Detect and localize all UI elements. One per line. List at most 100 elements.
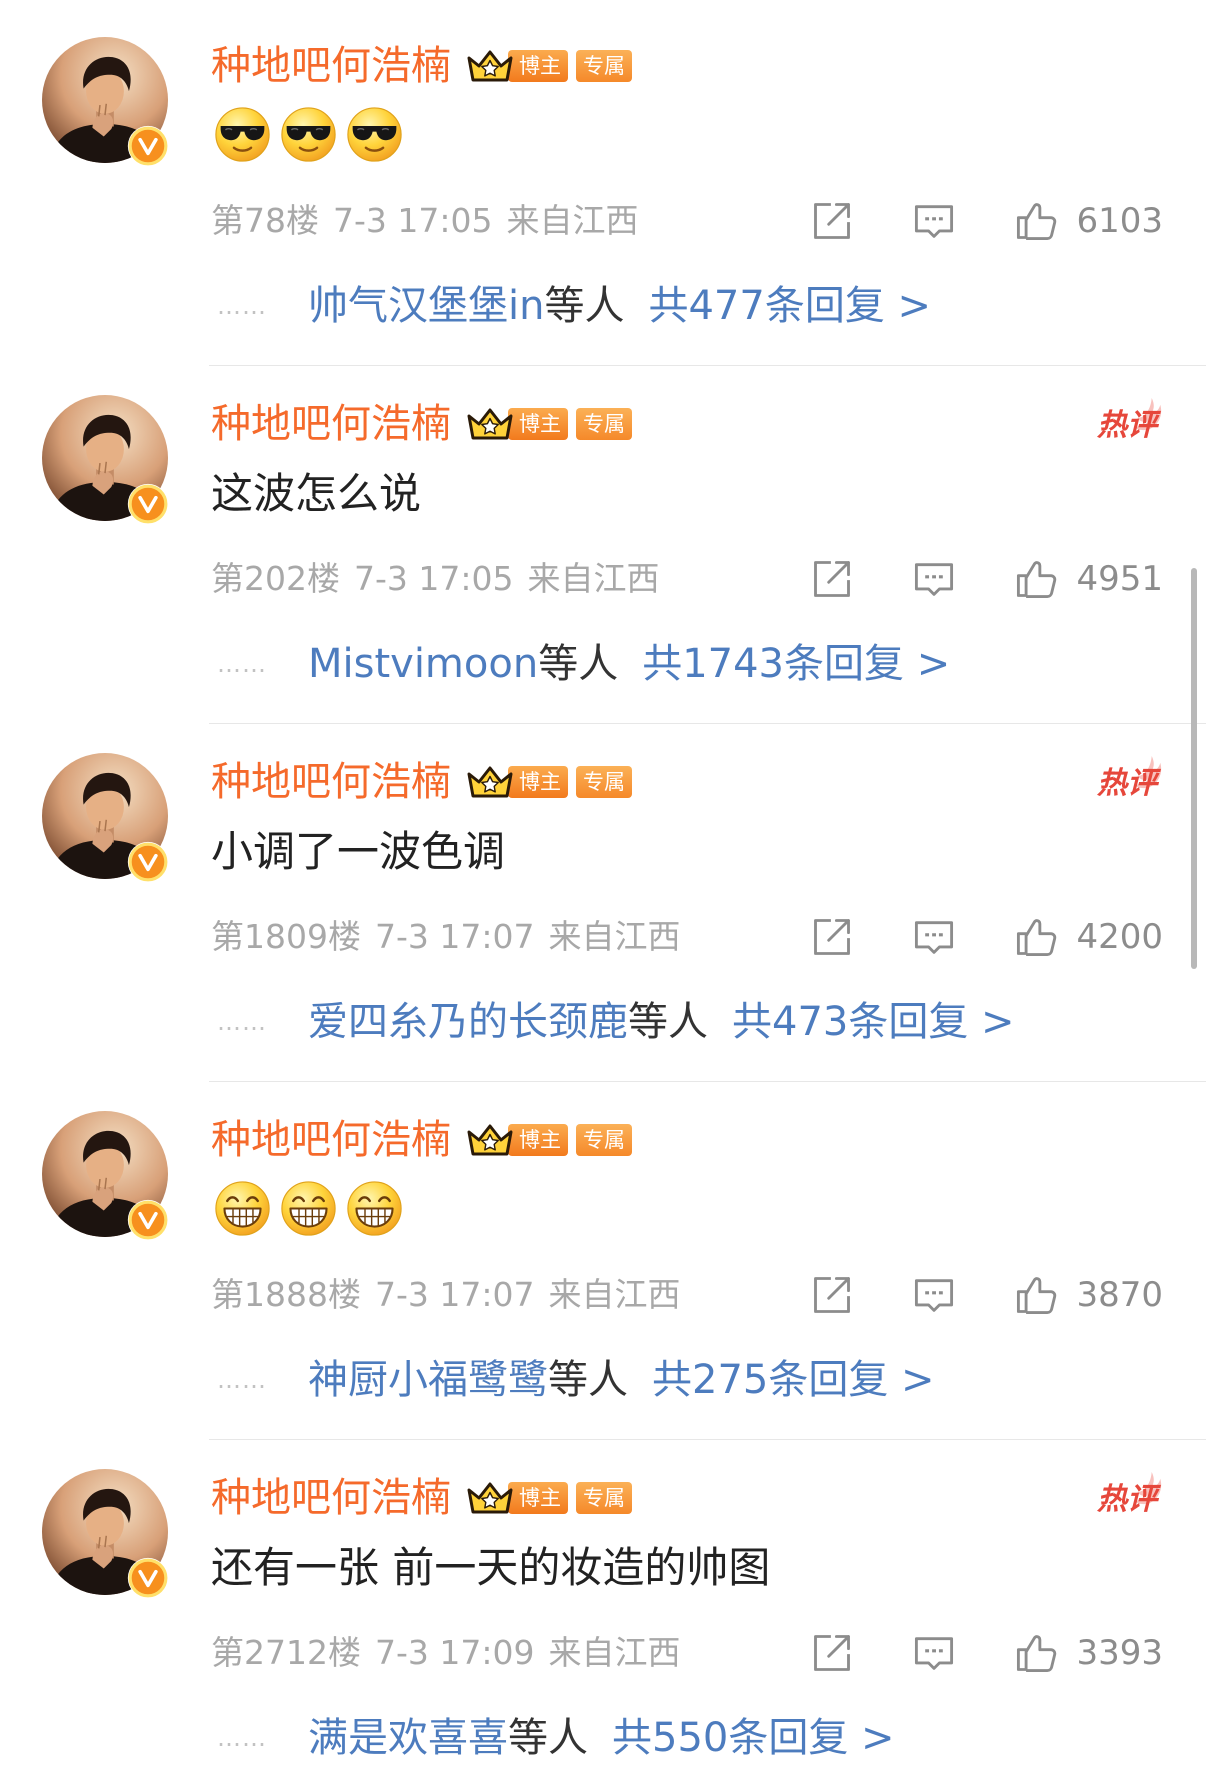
- replies-link[interactable]: …… 帅气汉堡堡in 等人 共477条回复 >: [217, 282, 931, 330]
- reply-suffix: 等人: [508, 1715, 588, 1761]
- blogger-badge[interactable]: 博主: [508, 408, 568, 440]
- like-icon: [1014, 199, 1058, 243]
- comment-divider: [209, 1439, 1206, 1440]
- grin-emoji: [346, 1180, 403, 1237]
- exclusive-badge[interactable]: 专属: [576, 50, 632, 82]
- user-name-row: 种地吧何浩楠 博主 专属: [211, 401, 632, 447]
- replies-link[interactable]: …… 神厨小福鹭鹭 等人 共275条回复 >: [217, 1356, 935, 1404]
- comment-icon[interactable]: [912, 1273, 956, 1317]
- like-button[interactable]: 4200: [1014, 915, 1163, 959]
- like-button[interactable]: 3393: [1014, 1631, 1163, 1675]
- comment-actions: 6103: [810, 197, 1163, 245]
- exclusive-badge[interactable]: 专属: [576, 766, 632, 798]
- user-name[interactable]: 种地吧何浩楠: [211, 759, 451, 805]
- reply-user-names[interactable]: 神厨小福鹭鹭: [308, 1356, 548, 1404]
- cool-emoji: [214, 106, 271, 163]
- cool-emoji: [346, 106, 403, 163]
- reply-ellipsis: ……: [217, 292, 267, 320]
- user-name-row: 种地吧何浩楠 博主 专属: [211, 1475, 632, 1521]
- comment-meta: 第202楼 7-3 17:05 来自江西: [211, 559, 674, 599]
- floor-number: 第202楼: [211, 559, 340, 598]
- reply-total-link[interactable]: 共550条回复 >: [612, 1714, 895, 1762]
- hot-comment-label: 热评: [1097, 1482, 1157, 1517]
- grin-emoji: [214, 1180, 271, 1237]
- hot-comment-badge: 热评: [1083, 403, 1163, 447]
- share-icon[interactable]: [810, 915, 854, 959]
- user-name[interactable]: 种地吧何浩楠: [211, 1117, 451, 1163]
- ip-location: 来自江西: [527, 559, 660, 598]
- blogger-badge[interactable]: 博主: [508, 50, 568, 82]
- reply-total-link[interactable]: 共275条回复 >: [652, 1356, 935, 1404]
- share-icon[interactable]: [810, 199, 854, 243]
- verified-v-icon: [127, 1557, 169, 1599]
- floor-number: 第78楼: [211, 201, 319, 240]
- blogger-badge[interactable]: 博主: [508, 1124, 568, 1156]
- reply-user-names[interactable]: 满是欢喜喜: [308, 1714, 508, 1762]
- post-time: 7-3 17:09: [374, 1633, 535, 1672]
- comment-icon[interactable]: [912, 1631, 956, 1675]
- comment-icon[interactable]: [912, 199, 956, 243]
- like-button[interactable]: 4951: [1014, 557, 1163, 601]
- hot-comment-label: 热评: [1097, 766, 1157, 801]
- hot-comment-badge: 热评: [1083, 1477, 1163, 1521]
- comment-emoji-row: [214, 1180, 403, 1237]
- like-button[interactable]: 3870: [1014, 1273, 1163, 1317]
- comment-actions: 3870: [810, 1271, 1163, 1319]
- comment-icon[interactable]: [912, 915, 956, 959]
- verified-v-icon: [127, 1199, 169, 1241]
- comment-icon[interactable]: [912, 557, 956, 601]
- share-icon[interactable]: [810, 1273, 854, 1317]
- user-name-row: 种地吧何浩楠 博主 专属: [211, 1117, 632, 1163]
- like-icon: [1014, 557, 1058, 601]
- post-time: 7-3 17:05: [333, 201, 493, 240]
- comment-item: 种地吧何浩楠 博主 专属 第1888楼 7-3 17:07 来自江西 3870 …: [0, 1081, 1206, 1439]
- like-button[interactable]: 6103: [1014, 199, 1163, 243]
- user-name-row: 种地吧何浩楠 博主 专属: [211, 759, 632, 805]
- exclusive-badge[interactable]: 专属: [576, 1124, 632, 1156]
- user-name[interactable]: 种地吧何浩楠: [211, 43, 451, 89]
- exclusive-badge[interactable]: 专属: [576, 1482, 632, 1514]
- share-icon[interactable]: [810, 1631, 854, 1675]
- post-time: 7-3 17:07: [374, 917, 535, 956]
- reply-user-names[interactable]: Mistvimoon: [308, 640, 538, 688]
- ip-location: 来自江西: [506, 201, 639, 240]
- reply-ellipsis: ……: [217, 650, 267, 678]
- reply-user-names[interactable]: 爱四糸乃的长颈鹿: [308, 998, 628, 1046]
- blogger-badge[interactable]: 博主: [508, 1482, 568, 1514]
- reply-total-link[interactable]: 共1743条回复 >: [642, 640, 950, 688]
- blogger-badge[interactable]: 博主: [508, 766, 568, 798]
- reply-ellipsis: ……: [217, 1008, 267, 1036]
- comment-meta: 第2712楼 7-3 17:09 来自江西: [211, 1633, 694, 1673]
- comment-text: 小调了一波色调: [211, 827, 506, 876]
- hot-comment-badge: 热评: [1083, 761, 1163, 805]
- comment-actions: 4951: [810, 555, 1163, 603]
- comment-text: 这波怎么说: [211, 469, 422, 518]
- crown-icon: [465, 764, 515, 800]
- comment-divider: [209, 365, 1206, 366]
- exclusive-badge[interactable]: 专属: [576, 408, 632, 440]
- user-name[interactable]: 种地吧何浩楠: [211, 1475, 451, 1521]
- like-count: 4951: [1076, 559, 1163, 599]
- scrollbar[interactable]: [1191, 568, 1197, 969]
- reply-total-link[interactable]: 共477条回复 >: [648, 282, 931, 330]
- reply-total-link[interactable]: 共473条回复 >: [732, 998, 1015, 1046]
- verified-v-icon: [127, 125, 169, 167]
- like-count: 3870: [1076, 1275, 1163, 1315]
- crown-icon: [465, 48, 515, 84]
- comment-actions: 3393: [810, 1629, 1163, 1677]
- replies-link[interactable]: …… Mistvimoon 等人 共1743条回复 >: [217, 640, 950, 688]
- comment-item: 种地吧何浩楠 博主 专属 热评 还有一张 前一天的妆造的帅图 第2712楼 7-…: [0, 1439, 1206, 1787]
- floor-number: 第2712楼: [211, 1633, 361, 1672]
- replies-link[interactable]: …… 爱四糸乃的长颈鹿 等人 共473条回复 >: [217, 998, 1015, 1046]
- reply-user-names[interactable]: 帅气汉堡堡in: [308, 282, 544, 330]
- like-icon: [1014, 1273, 1058, 1317]
- like-icon: [1014, 915, 1058, 959]
- share-icon[interactable]: [810, 557, 854, 601]
- reply-suffix: 等人: [538, 641, 619, 687]
- comment-meta: 第78楼 7-3 17:05 来自江西: [211, 201, 653, 241]
- comment-text: 还有一张 前一天的妆造的帅图: [211, 1543, 771, 1592]
- reply-suffix: 等人: [544, 283, 625, 329]
- replies-link[interactable]: …… 满是欢喜喜 等人 共550条回复 >: [217, 1714, 895, 1762]
- user-name[interactable]: 种地吧何浩楠: [211, 401, 451, 447]
- comment-emoji-row: [214, 106, 403, 163]
